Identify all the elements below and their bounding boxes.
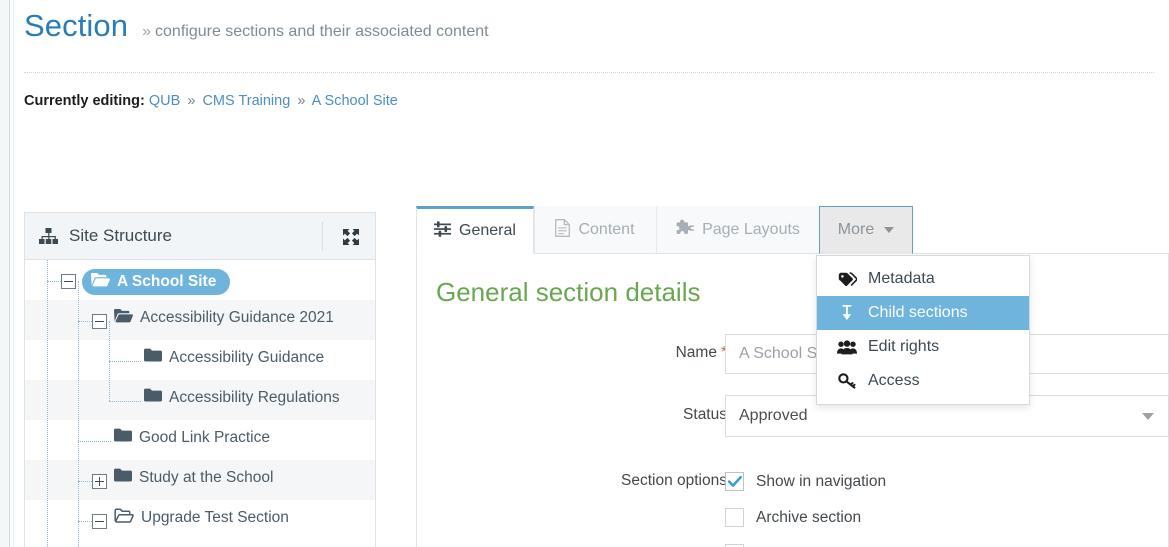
chevron-down-icon	[1142, 413, 1154, 420]
folder-icon	[114, 428, 132, 447]
tree-node-label: Accessibility Guidance 2021	[140, 309, 334, 326]
breadcrumb-sep-2: »	[297, 93, 306, 109]
tree-guide-h	[109, 401, 141, 402]
general-section-form: General section details Name * A School S…	[416, 254, 1169, 547]
page-left-rule-inner	[13, 0, 14, 547]
tag-icon	[837, 271, 857, 287]
folder-open-icon	[91, 272, 110, 292]
page-title: Section	[24, 8, 129, 43]
tree-node-accessibility-guidance-2021[interactable]: Accessibility Guidance 2021	[114, 308, 334, 328]
expand-arrows-icon[interactable]	[341, 227, 361, 247]
breadcrumb-link-a-school-site[interactable]: A School Site	[312, 93, 398, 109]
folder-icon	[144, 348, 162, 367]
folder-icon	[144, 388, 162, 407]
page-subtitle: » configure sections and their associated…	[142, 23, 488, 41]
tree-node-good-link-practice[interactable]: Good Link Practice	[114, 428, 270, 447]
breadcrumb-link-cms-training[interactable]: CMS Training	[202, 93, 290, 109]
folder-open-outline-icon	[114, 508, 134, 528]
tree-guide-h	[109, 361, 141, 362]
tab-general-label: General	[459, 222, 516, 239]
section-options-label: Section options	[621, 472, 727, 489]
tab-general[interactable]: General	[416, 206, 534, 254]
breadcrumb-sep-1: »	[187, 93, 196, 109]
site-structure-panel: Site Structure A School Site Accessibili…	[24, 212, 376, 547]
menu-item-access[interactable]: Access	[817, 364, 1029, 398]
header-vertical-divider	[322, 222, 323, 251]
tree-node-a-school-site[interactable]: A School Site	[82, 269, 231, 295]
key-icon	[837, 373, 857, 389]
option-row-archive-section[interactable]: Archive section	[725, 508, 861, 527]
tab-more[interactable]: More	[819, 206, 913, 254]
checkbox-archive-section[interactable]	[725, 508, 744, 527]
tree-toggle-a-school-site[interactable]	[61, 274, 76, 289]
tree-guide-root	[47, 260, 48, 547]
more-dropdown-menu: Metadata Child sections Edit rights Acce…	[816, 255, 1030, 405]
page-left-edge	[0, 0, 9, 547]
checkbox-show-in-navigation[interactable]	[725, 472, 744, 491]
status-select-value: Approved	[739, 407, 808, 424]
document-icon	[555, 218, 571, 242]
menu-item-metadata[interactable]: Metadata	[817, 262, 1029, 296]
tree-node-label: Upgrade Test Section	[141, 509, 289, 526]
header-divider	[24, 72, 1154, 73]
option-row-show-in-navigation[interactable]: Show in navigation	[725, 472, 886, 491]
tree-node-label: Study at the School	[139, 468, 274, 486]
site-structure-title: Site Structure	[69, 226, 172, 245]
arrow-down-icon	[837, 304, 857, 322]
menu-item-child-sections[interactable]: Child sections	[817, 296, 1029, 330]
breadcrumb-label: Currently editing:	[24, 93, 145, 109]
tree-node-label: Good Link Practice	[139, 428, 270, 446]
site-structure-header: Site Structure	[25, 213, 375, 260]
tab-more-label: More	[837, 221, 875, 238]
folder-open-icon	[114, 308, 133, 328]
tab-strip: General Content Page Layouts More	[416, 206, 1169, 254]
menu-item-label: Metadata	[868, 270, 935, 287]
option-label-show-in-navigation: Show in navigation	[756, 472, 887, 490]
page-left-rule	[9, 0, 10, 547]
tree-guide-h	[78, 441, 111, 442]
site-structure-tree: A School Site Accessibility Guidance 202…	[25, 260, 375, 547]
breadcrumb-link-qub[interactable]: QUB	[149, 93, 180, 109]
sliders-icon	[434, 220, 452, 242]
subtitle-text: configure sections and their associated …	[155, 23, 489, 40]
tree-node-label: A School Site	[117, 273, 217, 290]
tree-node-accessibility-guidance[interactable]: Accessibility Guidance	[144, 348, 324, 367]
menu-item-edit-rights[interactable]: Edit rights	[817, 330, 1029, 364]
name-label-text: Name	[675, 344, 717, 361]
puzzle-piece-icon	[675, 219, 694, 241]
tab-page-layouts[interactable]: Page Layouts	[656, 206, 819, 254]
tab-page-layouts-label: Page Layouts	[702, 221, 800, 238]
option-label-archive-section: Archive section	[756, 508, 862, 526]
section-admin-page: Section » configure sections and their as…	[0, 0, 1169, 547]
users-icon	[837, 339, 857, 355]
tree-node-label: Accessibility Regulations	[169, 388, 340, 406]
tab-content-label: Content	[578, 221, 635, 238]
subtitle-chevron: »	[142, 23, 152, 40]
menu-item-label: Access	[868, 372, 920, 389]
form-heading: General section details	[436, 277, 701, 307]
tree-toggle-study-at-the-school[interactable]	[92, 474, 107, 489]
menu-item-label: Child sections	[868, 304, 968, 321]
caret-down-icon	[884, 227, 895, 233]
tree-node-label: Accessibility Guidance	[169, 348, 325, 366]
name-label: Name *	[557, 344, 727, 362]
sitemap-icon	[39, 227, 58, 245]
tree-toggle-upgrade-test-section[interactable]	[92, 514, 107, 529]
folder-icon	[114, 468, 132, 487]
tree-node-study-at-the-school[interactable]: Study at the School	[114, 468, 273, 487]
tree-node-accessibility-regulations[interactable]: Accessibility Regulations	[144, 388, 340, 407]
menu-item-label: Edit rights	[868, 338, 940, 355]
tree-node-upgrade-test-section[interactable]: Upgrade Test Section	[114, 508, 289, 528]
breadcrumb: Currently editing: QUB » CMS Training » …	[24, 93, 398, 109]
tab-content[interactable]: Content	[534, 206, 656, 254]
page-header: Section » configure sections and their as…	[24, 8, 1154, 43]
status-label: Status	[683, 406, 727, 423]
tree-toggle-accessibility-guidance-2021[interactable]	[92, 314, 107, 329]
